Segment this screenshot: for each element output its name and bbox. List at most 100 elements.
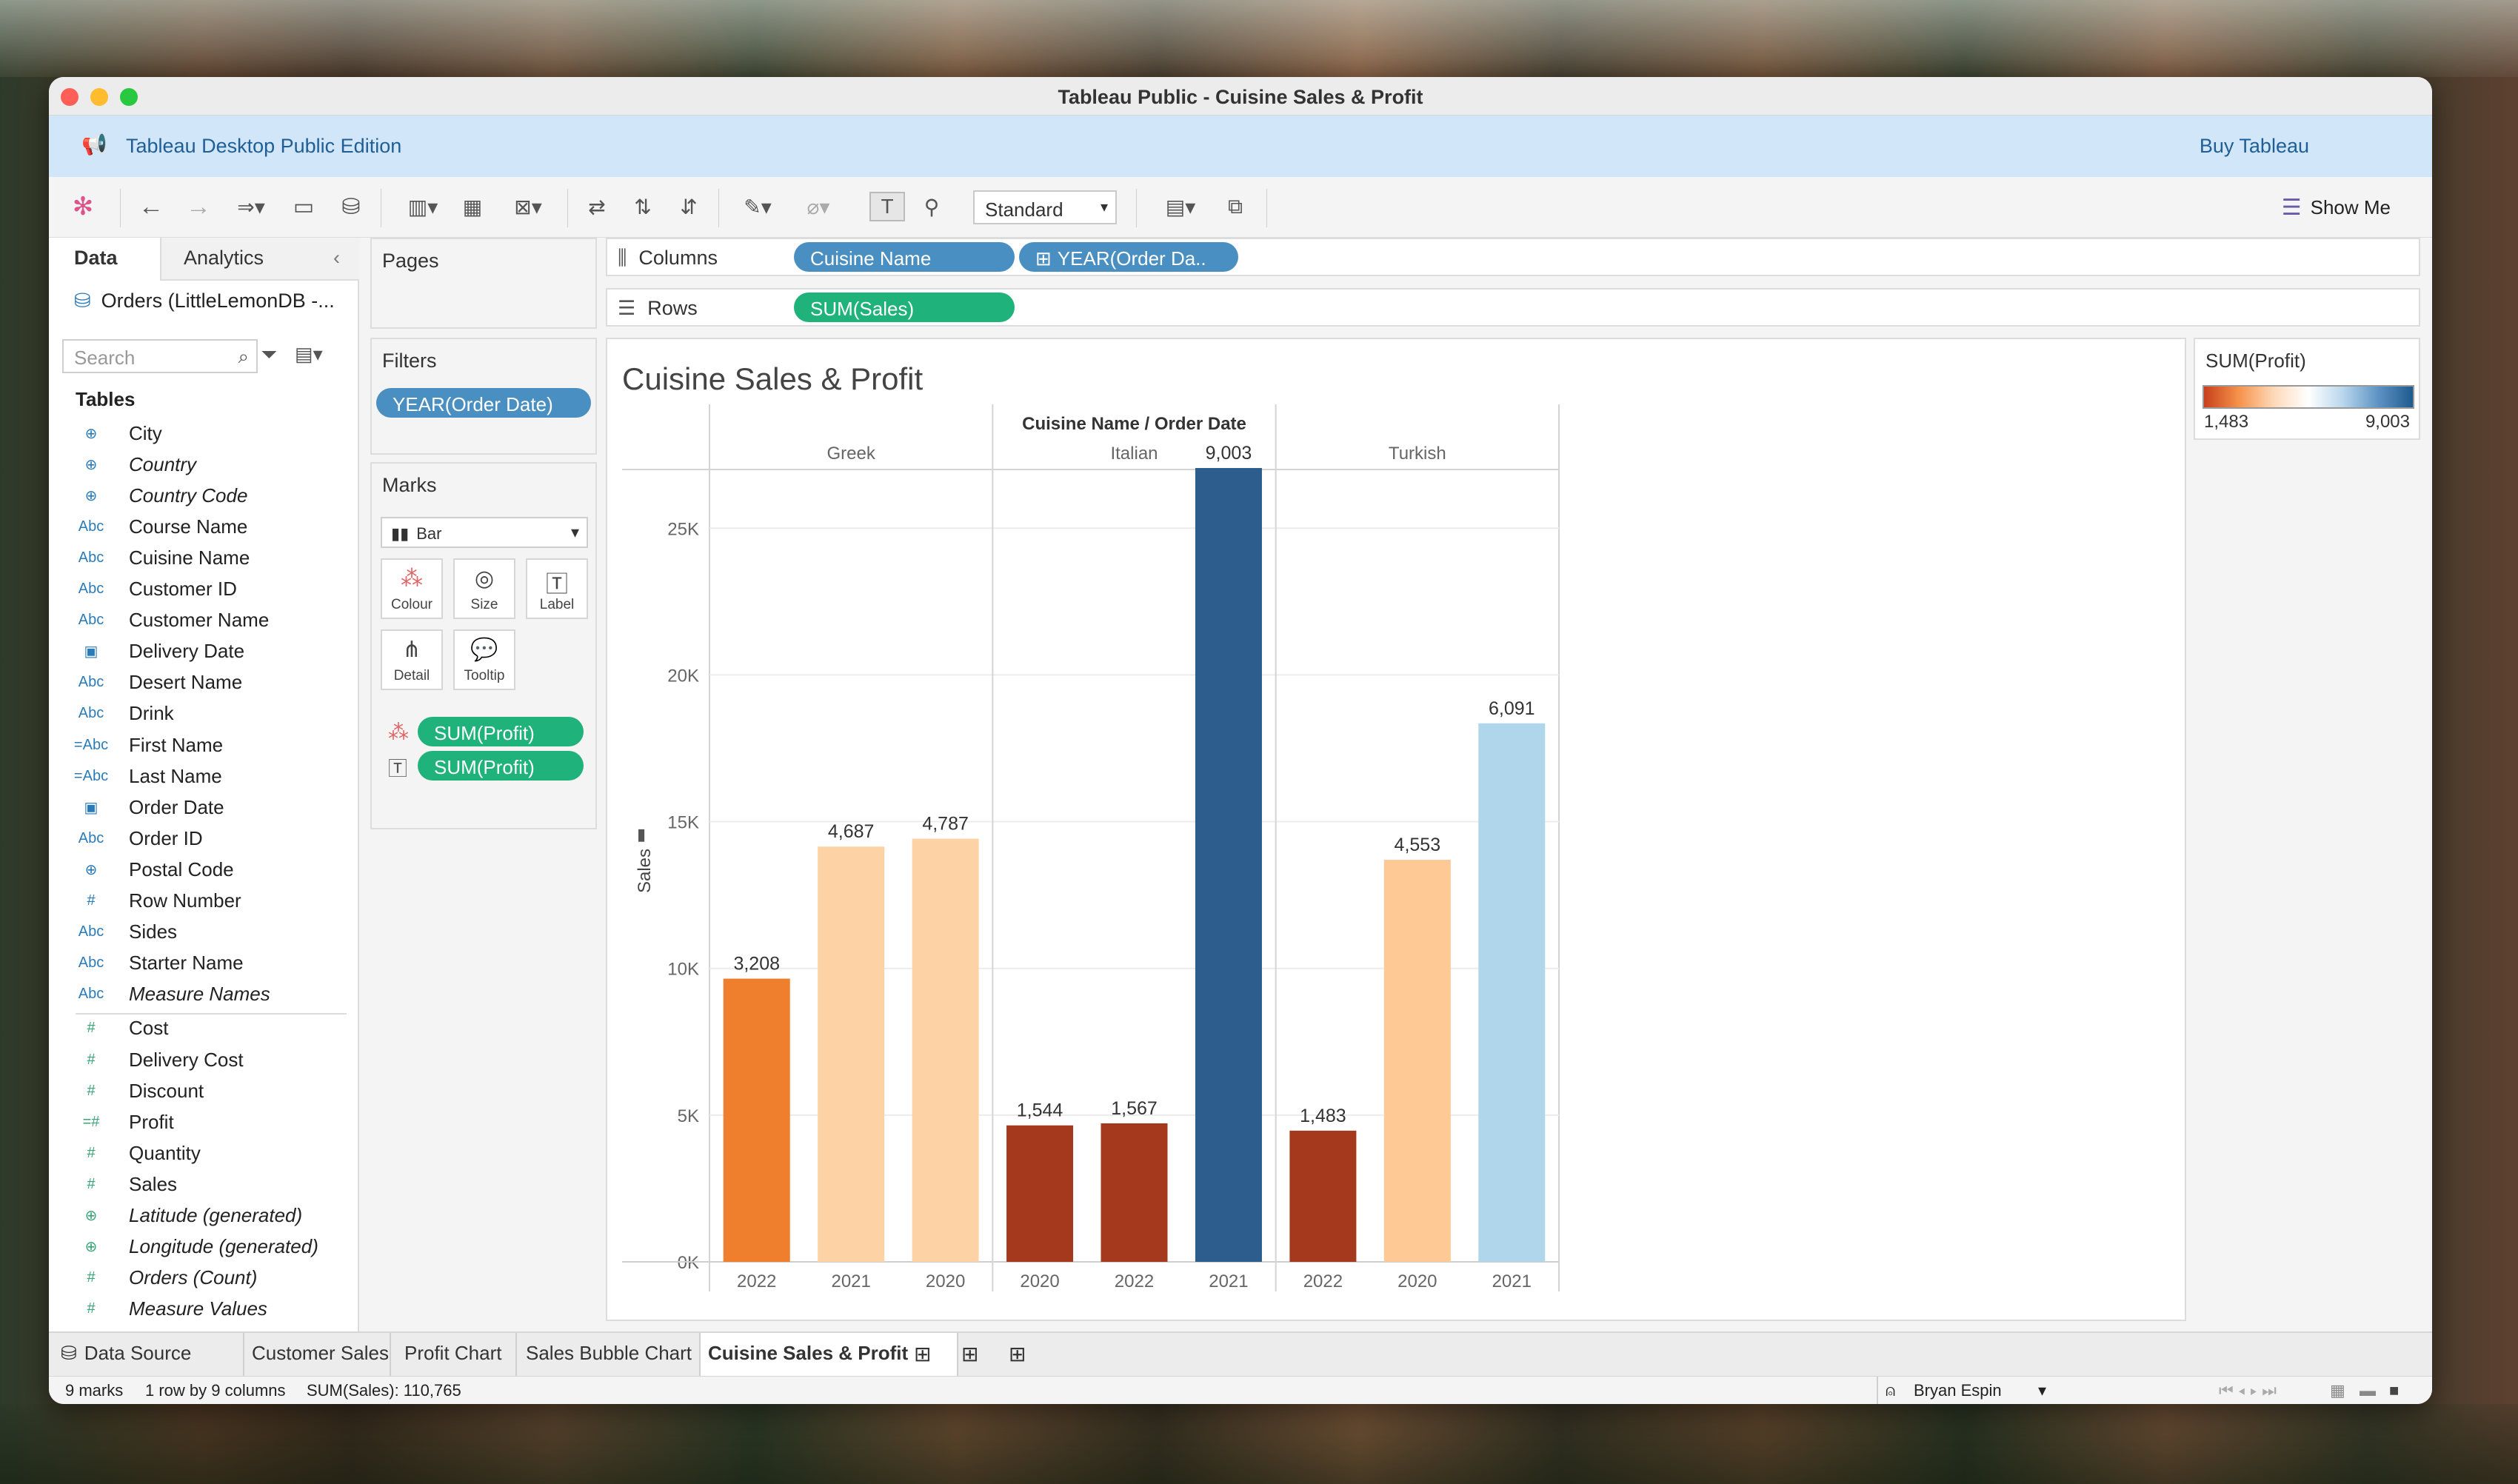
field-drink[interactable]: Abc Drink (49, 698, 359, 729)
sheet-nav-icons[interactable]: ⏮ ◂ ▸ ⏭ (2219, 1381, 2277, 1400)
field-first-name[interactable]: =Abc First Name (49, 729, 359, 761)
bar-data-label: 4,553 (1395, 835, 1441, 855)
field-cuisine-name[interactable]: Abc Cuisine Name (49, 542, 359, 573)
field-order-date[interactable]: ▣ Order Date (49, 792, 359, 823)
field-course-name[interactable]: Abc Course Name (49, 511, 359, 542)
redo-icon[interactable]: → (182, 192, 215, 221)
tooltip-button[interactable]: 💬 Tooltip (453, 629, 515, 690)
label-icon: 🅃 (546, 572, 568, 597)
columns-pill-cuisine[interactable]: Cuisine Name (794, 242, 1015, 272)
field-label: Starter Name (129, 952, 244, 975)
field-sales[interactable]: # Sales (49, 1169, 359, 1200)
tab-cuisine-sales-profit[interactable]: Cuisine Sales & Profit (708, 1342, 908, 1365)
field-quantity[interactable]: # Quantity (49, 1137, 359, 1169)
new-dashboard-tab-icon[interactable]: ⊞ (961, 1342, 978, 1366)
datasource-label: Orders (LittleLemonDB -... (101, 290, 335, 312)
profit-color-legend[interactable]: SUM(Profit) 1,483 9,003 (2194, 338, 2420, 440)
new-worksheet-tab-icon[interactable]: ⊞ (914, 1342, 931, 1366)
sheet-sorter-icon[interactable]: ▦ (2330, 1381, 2345, 1400)
fit-select[interactable]: Standard ▾ (973, 190, 1117, 224)
field-customer-name[interactable]: Abc Customer Name (49, 605, 359, 636)
field-order-id[interactable]: Abc Order ID (49, 823, 359, 854)
field-profit[interactable]: =# Profit (49, 1106, 359, 1137)
datasource-item[interactable]: ⛁ Orders (LittleLemonDB -... (74, 290, 335, 312)
mark-type-select[interactable]: ▮▮ Bar ▾ (381, 517, 588, 548)
filmstrip-icon[interactable]: ▬ (2360, 1381, 2376, 1400)
filter-pill-year[interactable]: YEAR(Order Date) (376, 388, 591, 418)
size-button[interactable]: ◎ Size (453, 558, 515, 619)
fix-axes-icon[interactable]: ⚲ (915, 192, 948, 221)
replay-icon[interactable]: ⇒▾ (225, 192, 277, 221)
collapse-pane-icon[interactable]: ‹ (333, 247, 340, 270)
tab-customer-sales[interactable]: Customer Sales (252, 1342, 389, 1365)
view-options-icon[interactable]: ▤▾ (295, 343, 323, 366)
columns-label: ⫼ Columns (618, 247, 718, 269)
sort-descending-icon[interactable]: ⇵ (672, 192, 705, 221)
clear-sheet-icon[interactable]: ⊠▾ (502, 192, 554, 221)
sort-ascending-icon[interactable]: ⇅ (627, 192, 659, 221)
field-cost[interactable]: # Cost (49, 1013, 359, 1044)
field-label: Row Number (129, 889, 241, 912)
field-latitude-generated[interactable]: ⊕ Latitude (generated) (49, 1200, 359, 1231)
group-members-icon[interactable]: ⌀▾ (792, 192, 844, 221)
colour-encoding-icon: ⁂ (388, 721, 409, 743)
field-desert-name[interactable]: Abc Desert Name (49, 667, 359, 698)
field-customer-id[interactable]: Abc Customer ID (49, 574, 359, 605)
legend-title: SUM(Profit) (2205, 350, 2306, 372)
rows-pill-sales[interactable]: SUM(Sales) (794, 293, 1015, 322)
chevron-down-icon[interactable]: ▾ (2038, 1381, 2046, 1400)
pages-shelf[interactable]: Pages (370, 238, 597, 329)
field-measure-values[interactable]: # Measure Values (49, 1294, 359, 1325)
detail-button[interactable]: ⋔ Detail (381, 629, 443, 690)
field-row-number[interactable]: # Row Number (49, 886, 359, 917)
presentation-mode-icon[interactable]: ⧉ (1219, 192, 1252, 221)
field-measure-names[interactable]: Abc Measure Names (49, 979, 359, 1010)
field-orders-count[interactable]: # Orders (Count) (49, 1263, 359, 1294)
field-city[interactable]: ⊕ City (49, 418, 359, 449)
user-name[interactable]: Bryan Espin (1914, 1381, 2002, 1400)
show-cards-icon[interactable]: ▤▾ (1151, 192, 1210, 221)
label-button[interactable]: 🅃 Label (526, 558, 588, 619)
swap-rows-columns-icon[interactable]: ⇄ (581, 192, 613, 221)
text-type-icon: =Abc (73, 736, 109, 753)
field-postal-code[interactable]: ⊕ Postal Code (49, 854, 359, 885)
colour-pill-profit[interactable]: SUM(Profit) (418, 717, 584, 746)
tab-analytics[interactable]: Analytics (184, 247, 264, 270)
tableau-logo-icon[interactable]: ✻ (67, 192, 99, 221)
show-mark-labels-icon[interactable]: T (869, 192, 905, 221)
colour-button[interactable]: ⁂ Colour (381, 558, 443, 619)
field-sides[interactable]: Abc Sides (49, 917, 359, 948)
field-label: Postal Code (129, 858, 234, 880)
filters-shelf[interactable]: Filters YEAR(Order Date) (370, 338, 597, 455)
tabs-view-icon[interactable]: ■ (2389, 1381, 2399, 1400)
buy-tableau-link[interactable]: Buy Tableau (2200, 135, 2309, 158)
label-pill-profit[interactable]: SUM(Profit) (418, 751, 584, 781)
columns-pill-year[interactable]: ⊞ YEAR(Order Da.. (1019, 242, 1238, 272)
tab-profit-chart[interactable]: Profit Chart (404, 1342, 502, 1365)
field-last-name[interactable]: =Abc Last Name (49, 761, 359, 792)
app-window: Tableau Public - Cuisine Sales & Profit … (49, 77, 2432, 1404)
field-search-input[interactable]: Search ⌕ (62, 339, 258, 373)
new-datasource-icon[interactable]: ⛁ (335, 192, 367, 221)
highlight-icon[interactable]: ✎▾ (732, 192, 784, 221)
field-delivery-cost[interactable]: # Delivery Cost (49, 1044, 359, 1075)
field-delivery-date[interactable]: ▣ Delivery Date (49, 636, 359, 667)
filter-icon[interactable]: ⏷ (261, 343, 277, 367)
field-country-code[interactable]: ⊕ Country Code (49, 480, 359, 511)
field-longitude-generated[interactable]: ⊕ Longitude (generated) (49, 1231, 359, 1263)
tab-data[interactable]: Data (74, 247, 118, 270)
show-me-button[interactable]: ☰ Show Me (2282, 195, 2391, 221)
tab-data-source[interactable]: ⛁ Data Source (61, 1342, 191, 1365)
new-worksheet-icon[interactable]: ▥▾ (397, 192, 449, 221)
rows-shelf[interactable]: ☰ Rows SUM(Sales) (606, 288, 2420, 327)
field-starter-name[interactable]: Abc Starter Name (49, 948, 359, 979)
field-discount[interactable]: # Discount (49, 1075, 359, 1106)
undo-icon[interactable]: ← (135, 192, 167, 221)
save-icon[interactable]: ▭ (287, 192, 320, 221)
duplicate-sheet-icon[interactable]: ▦ (456, 192, 489, 221)
tab-sales-bubble-chart[interactable]: Sales Bubble Chart (526, 1342, 692, 1365)
new-story-tab-icon[interactable]: ⊞ (1009, 1342, 1026, 1366)
columns-shelf[interactable]: ⫼ Columns Cuisine Name ⊞ YEAR(Order Da.. (606, 238, 2420, 276)
field-country[interactable]: ⊕ Country (49, 449, 359, 480)
text-type-icon: Abc (78, 955, 104, 972)
